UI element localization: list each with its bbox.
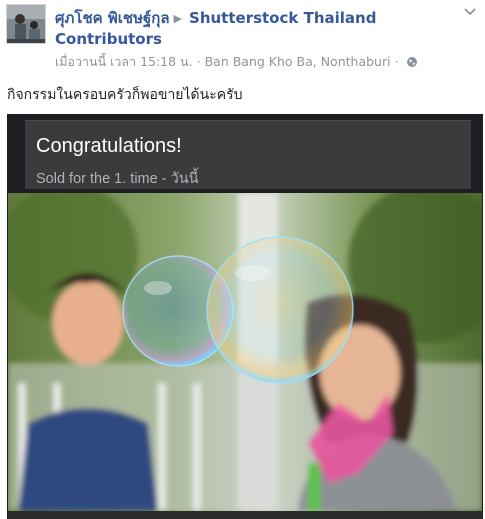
author-name-link[interactable]: ศุภโชค พิเชษฐ์กุล xyxy=(55,9,170,27)
post-meta: เมื่อวานนี้ เวลา 15:18 น. · Ban Bang Kho B… xyxy=(55,52,418,72)
stock-photo[interactable] xyxy=(8,193,482,511)
card-header: Congratulations! Sold for the 1. time - … xyxy=(25,120,471,189)
location-link[interactable]: Ban Bang Kho Ba, Nonthaburi xyxy=(205,54,391,69)
chevron-down-icon[interactable] xyxy=(462,3,478,19)
play-triangle-icon: ▶ xyxy=(173,12,183,25)
card-title: Congratulations! xyxy=(36,135,182,157)
group-name-link-continued[interactable]: Contributors xyxy=(55,30,162,48)
post-title-line: ศุภโชค พิเชษฐ์กุล ▶ Shutterstock Thailand … xyxy=(55,8,455,49)
achievement-card[interactable]: Congratulations! Sold for the 1. time - … xyxy=(7,114,483,519)
meta-separator: · xyxy=(196,54,201,69)
meta-separator-2: · xyxy=(394,54,399,69)
author-avatar[interactable] xyxy=(6,4,46,44)
post-message: กิจกรรมในครอบครัวก็พอขายได้นะครับ xyxy=(7,87,243,103)
card-subtitle: Sold for the 1. time - วันนี้ xyxy=(36,171,199,187)
globe-icon[interactable] xyxy=(406,56,418,71)
group-name-link[interactable]: Shutterstock Thailand xyxy=(189,9,376,27)
post-header: ศุภโชค พิเชษฐ์กุล ▶ Shutterstock Thailand … xyxy=(0,0,485,78)
card-footer xyxy=(8,511,482,519)
timestamp-link[interactable]: เมื่อวานนี้ เวลา 15:18 น. xyxy=(55,54,193,69)
